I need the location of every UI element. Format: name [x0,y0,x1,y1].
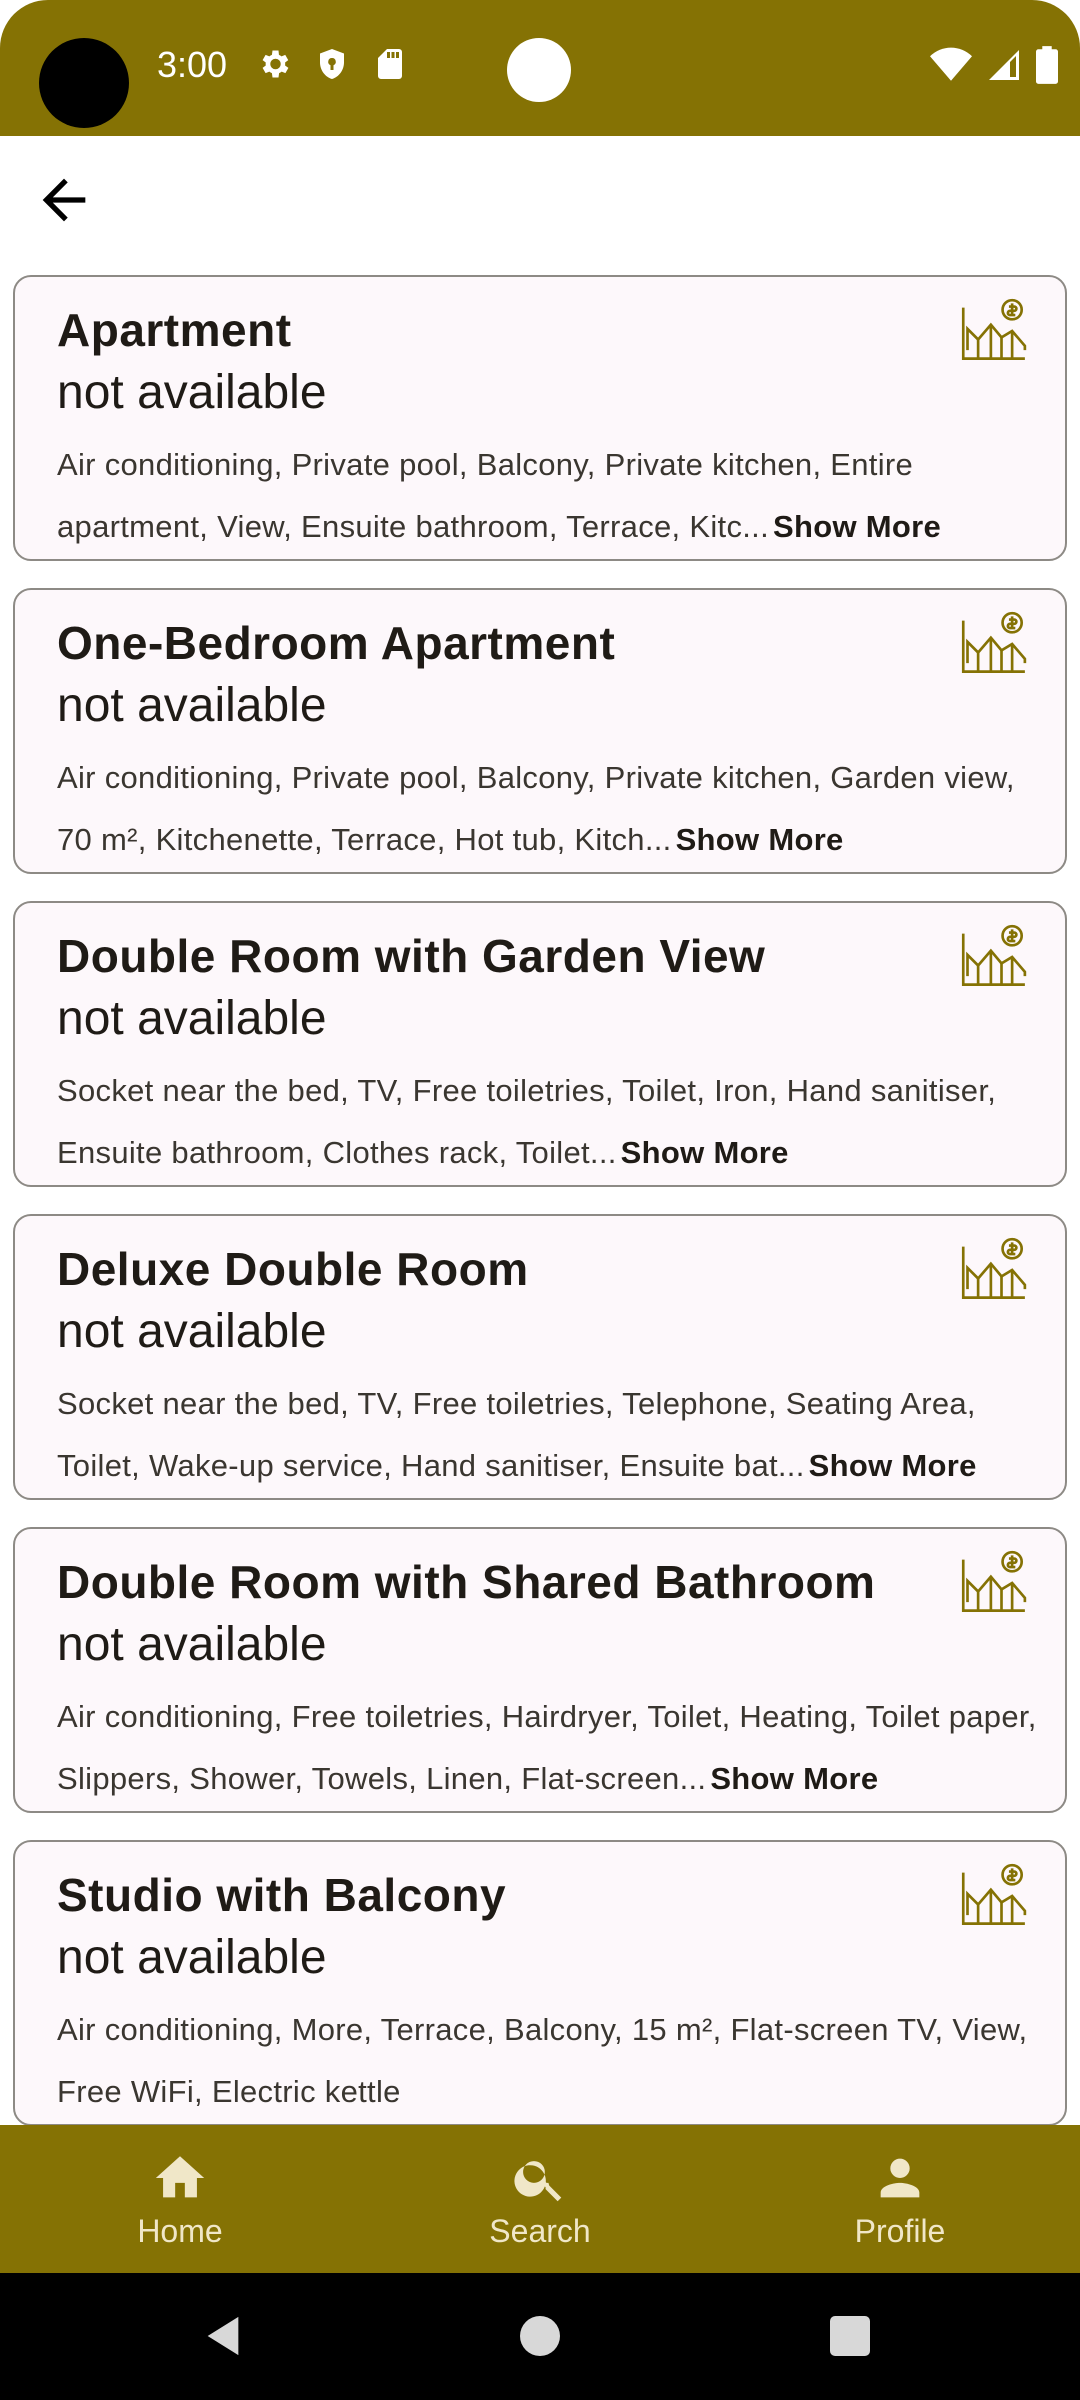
nav-item-profile[interactable]: Profile [720,2125,1080,2273]
show-more-link[interactable]: Show More [809,1448,977,1483]
home-icon [155,2155,205,2197]
price-chart-icon[interactable] [959,1236,1027,1304]
system-navigation-bar [0,2273,1080,2400]
wifi-icon [930,47,972,81]
nav-item-home[interactable]: Home [0,2125,360,2273]
price-chart-icon[interactable] [959,1549,1027,1617]
room-amenities: Socket near the bed, TV, Free toiletries… [57,1060,1047,1184]
search-icon [514,2160,562,2201]
room-card[interactable]: Double Room with Garden View not availab… [13,901,1067,1187]
nav-label: Profile [854,2212,946,2249]
room-card[interactable]: One-Bedroom Apartment not available Air … [13,588,1067,874]
camera-cutout [39,38,129,128]
bottom-navigation: Home Search Profile [0,2125,1080,2273]
system-recents-button[interactable] [830,2316,870,2356]
price-chart-icon[interactable] [959,1862,1027,1930]
arrow-back-icon [42,178,86,222]
status-time: 3:00 [157,44,228,85]
room-amenities: Air conditioning, Private pool, Balcony,… [57,747,1047,871]
gear-icon [262,50,289,78]
room-availability: not available [57,1931,327,1984]
amenities-text: Socket near the bed, TV, Free toiletries… [57,1073,997,1170]
room-amenities: Socket near the bed, TV, Free toiletries… [57,1373,1047,1497]
room-title: Studio with Balcony [57,1869,507,1921]
system-back-icon[interactable] [200,2313,246,2359]
room-availability: not available [57,366,327,419]
room-amenities: Air conditioning, More, Terrace, Balcony… [57,1999,1047,2123]
room-availability: not available [57,1618,327,1671]
show-more-link[interactable]: Show More [710,1761,878,1796]
room-title: Double Room with Shared Bathroom [57,1556,876,1608]
room-availability: not available [57,992,327,1045]
price-chart-icon[interactable] [959,610,1027,678]
room-card[interactable]: Apartment not available Air conditioning… [13,275,1067,561]
person-icon [880,2158,920,2197]
show-more-link[interactable]: Show More [621,1135,789,1170]
amenities-text: Air conditioning, Free toiletries, Haird… [57,1699,1037,1796]
status-icons-right [930,46,1058,84]
room-card[interactable]: Deluxe Double Room not available Socket … [13,1214,1067,1500]
nav-label: Search [489,2212,591,2249]
sd-card-icon [378,49,402,79]
room-amenities: Air conditioning, Free toiletries, Haird… [57,1686,1047,1810]
room-card[interactable]: Double Room with Shared Bathroom not ava… [13,1527,1067,1813]
room-title: Deluxe Double Room [57,1243,529,1295]
amenities-text: Air conditioning, More, Terrace, Balcony… [57,2012,1028,2109]
amenities-text: Air conditioning, Private pool, Balcony,… [57,760,1015,857]
nav-item-search[interactable]: Search [360,2125,720,2273]
status-icons-left [256,46,408,82]
status-bar: 3:00 [0,0,1080,136]
room-title: Apartment [57,304,292,356]
front-camera [507,38,571,102]
price-chart-icon[interactable] [959,297,1027,365]
room-card[interactable]: Studio with Balcony not available Air co… [13,1840,1067,2125]
system-home-button[interactable] [520,2316,560,2356]
signal-icon [989,50,1019,80]
show-more-link[interactable]: Show More [676,822,844,857]
room-title: One-Bedroom Apartment [57,617,616,669]
room-title: Double Room with Garden View [57,930,766,982]
nav-label: Home [137,2212,223,2249]
show-more-link[interactable]: Show More [773,509,941,544]
room-availability: not available [57,1305,327,1358]
battery-icon [1036,46,1058,84]
room-amenities: Air conditioning, Private pool, Balcony,… [57,434,1047,558]
top-app-bar [0,136,1080,276]
price-chart-icon[interactable] [959,923,1027,991]
room-availability: not available [57,679,327,732]
shield-icon [320,49,344,79]
room-list[interactable]: Apartment not available Air conditioning… [0,275,1080,2125]
back-button[interactable] [22,158,106,242]
